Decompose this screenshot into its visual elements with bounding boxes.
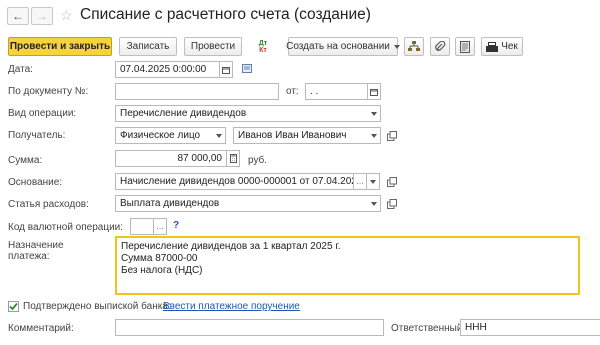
recipient-type-field[interactable]: Физическое лицо [115,127,214,144]
open-expense-item-button[interactable] [386,198,398,210]
operation-type-label: Вид операции: [8,108,77,119]
calculator-button[interactable] [227,150,240,167]
receipt-button[interactable]: Чек [481,37,523,56]
currency-unit: руб. [248,155,268,166]
calendar-icon [222,66,230,74]
structure-button[interactable] [404,37,424,56]
currency-op-select-button[interactable]: … [154,218,167,235]
open-window-icon [387,177,397,187]
purpose-line: Перечисление дивидендов за 1 квартал 202… [121,241,341,252]
save-button[interactable]: Записать [119,37,177,56]
purpose-label-line2: платежа: [8,251,50,262]
expense-item-field[interactable]: Выплата дивидендов [115,195,369,212]
basis-select-button[interactable]: … [354,173,367,190]
currency-op-label: Код валютной операции: [8,222,124,233]
history-button[interactable] [242,64,252,76]
basis-field[interactable]: Начисление дивидендов 0000-000001 от 07.… [115,173,354,190]
operation-type-dropdown[interactable] [368,105,381,122]
cash-register-icon [486,41,499,52]
help-icon[interactable]: ? [173,220,179,231]
post-button[interactable]: Провести [184,37,242,56]
comment-label: Комментарий: [8,323,74,334]
amount-label: Сумма: [8,155,43,166]
purpose-label-line1: Назначение [8,240,64,251]
amount-field[interactable]: 87 000,00 [115,150,227,167]
basis-dropdown[interactable] [367,173,380,190]
operation-type-field[interactable]: Перечисление дивидендов [115,105,369,122]
doc-date-calendar-button[interactable] [368,83,381,100]
arrow-left-icon: ← [12,9,24,23]
list-icon [242,64,252,73]
hierarchy-icon [408,41,420,51]
purpose-line: Сумма 87000-00 [121,253,198,264]
purpose-line: Без налога (НДС) [121,265,203,276]
report-button[interactable] [455,37,475,56]
open-window-icon [387,199,397,209]
calculator-icon [229,154,237,163]
calendar-icon [370,88,378,96]
expense-item-label: Статья расходов: [8,199,89,210]
doc-number-label: По документу №: [8,86,89,97]
date-field[interactable]: 07.04.2025 0:00:00 [115,61,220,78]
calendar-button[interactable] [220,61,233,78]
open-basis-button[interactable] [386,176,398,188]
responsible-label: Ответственный: [391,323,466,334]
basis-label: Основание: [8,177,63,188]
page-title: Списание с расчетного счета (создание) [80,6,371,23]
arrow-right-icon: → [36,9,48,23]
confirmed-checkbox[interactable] [8,301,19,312]
dt-kt-icon[interactable]: Дт Кт [254,37,272,56]
recipient-field[interactable]: Иванов Иван Иванович [233,127,369,144]
comment-field[interactable] [115,319,384,336]
recipient-label: Получатель: [8,130,66,141]
attach-button[interactable] [430,37,450,56]
doc-date-label: от: [286,86,299,97]
recipient-type-dropdown[interactable] [213,127,226,144]
purpose-textarea[interactable]: Перечисление дивидендов за 1 квартал 202… [115,236,580,295]
open-window-icon [387,131,397,141]
date-label: Дата: [8,64,33,75]
paperclip-icon [435,40,446,51]
checkmark-icon [9,302,18,311]
doc-number-field[interactable] [115,83,279,100]
forward-button[interactable]: → [31,7,53,25]
open-recipient-button[interactable] [386,130,398,142]
doc-date-field[interactable]: . . [305,83,368,100]
recipient-dropdown[interactable] [368,127,381,144]
post-and-close-button[interactable]: Провести и закрыть [8,37,112,56]
confirmed-label: Подтверждено выпиской банка: [23,301,171,312]
back-button[interactable]: ← [7,7,29,25]
document-icon [460,40,470,53]
expense-item-dropdown[interactable] [368,195,381,212]
create-based-on-button[interactable]: Создать на основании [286,37,400,56]
enter-payment-order-link[interactable]: Ввести платежное поручение [163,301,300,312]
currency-op-field[interactable] [130,218,154,235]
dropdown-arrow-icon [393,44,400,49]
favorite-star-icon[interactable]: ☆ [60,7,73,24]
responsible-field[interactable]: ННН [460,319,600,336]
